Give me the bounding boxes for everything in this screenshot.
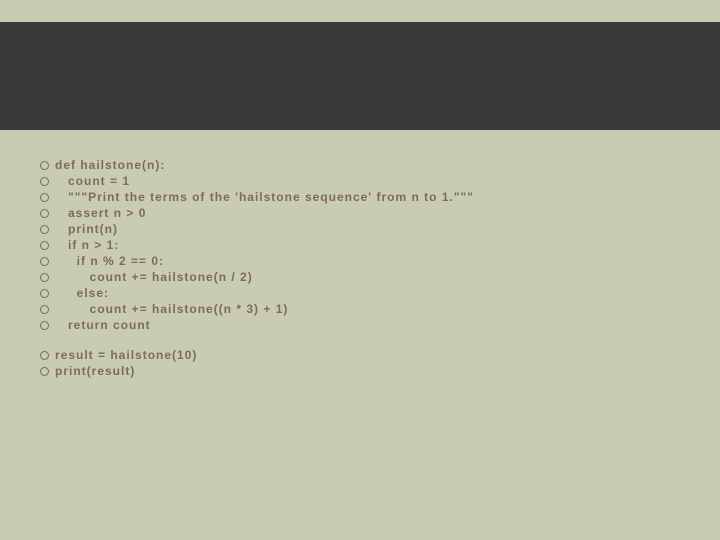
code-text: result = hailstone(10) bbox=[55, 348, 197, 362]
bullet-icon bbox=[40, 193, 49, 202]
code-line: else: bbox=[40, 286, 690, 300]
code-line: assert n > 0 bbox=[40, 206, 690, 220]
code-line: return count bbox=[40, 318, 690, 332]
bullet-icon bbox=[40, 209, 49, 218]
bullet-icon bbox=[40, 241, 49, 250]
code-text: """Print the terms of the 'hailstone seq… bbox=[55, 190, 474, 204]
code-text: count += hailstone((n * 3) + 1) bbox=[55, 302, 288, 316]
bullet-icon bbox=[40, 273, 49, 282]
code-text: return count bbox=[55, 318, 151, 332]
bullet-icon bbox=[40, 177, 49, 186]
code-text: if n % 2 == 0: bbox=[55, 254, 164, 268]
bullet-icon bbox=[40, 225, 49, 234]
code-content: def hailstone(n): count = 1 """Print the… bbox=[40, 158, 690, 380]
bullet-icon bbox=[40, 257, 49, 266]
code-text: else: bbox=[55, 286, 109, 300]
code-text: assert n > 0 bbox=[55, 206, 146, 220]
bullet-icon bbox=[40, 321, 49, 330]
bullet-icon bbox=[40, 289, 49, 298]
code-line: print(n) bbox=[40, 222, 690, 236]
code-line: def hailstone(n): bbox=[40, 158, 690, 172]
bullet-icon bbox=[40, 305, 49, 314]
code-line: count += hailstone(n / 2) bbox=[40, 270, 690, 284]
code-line: count = 1 bbox=[40, 174, 690, 188]
code-text: print(n) bbox=[55, 222, 118, 236]
block-gap bbox=[40, 334, 690, 348]
code-line: if n % 2 == 0: bbox=[40, 254, 690, 268]
code-line: """Print the terms of the 'hailstone seq… bbox=[40, 190, 690, 204]
code-text: count += hailstone(n / 2) bbox=[55, 270, 253, 284]
bullet-icon bbox=[40, 161, 49, 170]
code-line: count += hailstone((n * 3) + 1) bbox=[40, 302, 690, 316]
bullet-icon bbox=[40, 351, 49, 360]
code-line: print(result) bbox=[40, 364, 690, 378]
code-text: count = 1 bbox=[55, 174, 130, 188]
code-text: if n > 1: bbox=[55, 238, 119, 252]
bullet-icon bbox=[40, 367, 49, 376]
code-text: print(result) bbox=[55, 364, 135, 378]
header-band bbox=[0, 22, 720, 130]
code-line: result = hailstone(10) bbox=[40, 348, 690, 362]
code-text: def hailstone(n): bbox=[55, 158, 165, 172]
code-line: if n > 1: bbox=[40, 238, 690, 252]
